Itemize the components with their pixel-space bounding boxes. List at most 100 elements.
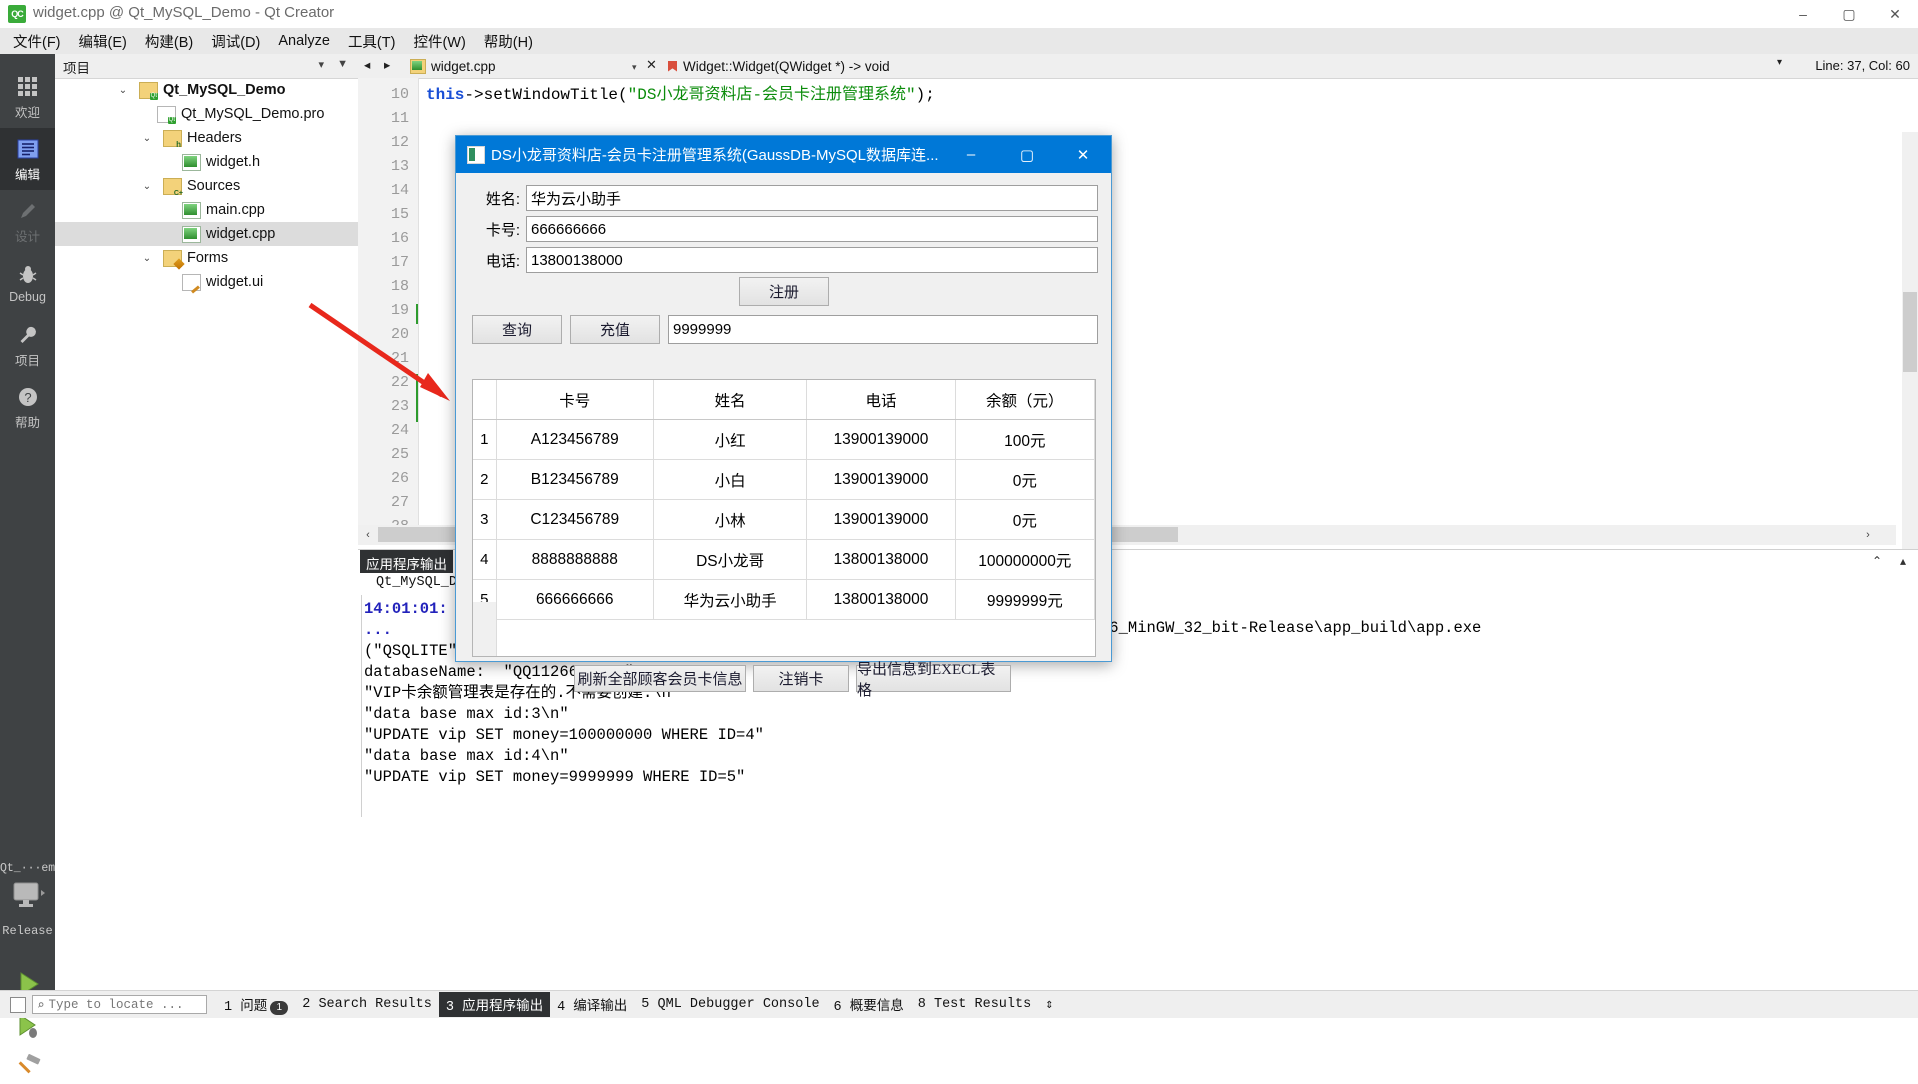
tree-item-project[interactable]: ⌄ Qt_MySQL_Demo	[55, 78, 358, 102]
cell-balance[interactable]: 0元	[955, 500, 1094, 540]
locator-input[interactable]: ⌕ Type to locate ...	[32, 995, 207, 1014]
cell-name[interactable]: 小林	[653, 500, 806, 540]
col-header-card[interactable]: 卡号	[496, 380, 653, 420]
statusbar-item-problems[interactable]: 1 问题1	[217, 992, 295, 1017]
tree-item-main-cpp[interactable]: main.cpp	[55, 198, 358, 222]
cell-balance[interactable]: 0元	[955, 460, 1094, 500]
kit-selector[interactable]	[0, 880, 55, 917]
cell-balance[interactable]: 100元	[955, 420, 1094, 460]
chevron-up-icon[interactable]: ⌃	[1872, 554, 1882, 568]
mode-welcome[interactable]: 欢迎	[0, 66, 55, 128]
menu-build[interactable]: 构建(B)	[136, 28, 202, 55]
chevron-down-icon[interactable]: ▾	[632, 62, 637, 73]
cell-name[interactable]: 小红	[653, 420, 806, 460]
menu-tools[interactable]: 工具(T)	[339, 28, 405, 55]
chevron-down-icon[interactable]: ⌄	[139, 133, 155, 144]
table-row[interactable]: 5 666666666 华为云小助手 13800138000 9999999元	[473, 580, 1095, 620]
table-row[interactable]: 3 C123456789 小林 13900139000 0元	[473, 500, 1095, 540]
cell-phone[interactable]: 13800138000	[807, 580, 955, 620]
mode-help[interactable]: ? 帮助	[0, 376, 55, 438]
cell-phone[interactable]: 13900139000	[807, 460, 955, 500]
statusbar-item-compile-output[interactable]: 4 编译输出	[550, 992, 634, 1017]
recharge-amount-field[interactable]: 9999999	[668, 315, 1098, 344]
tree-item-pro-file[interactable]: Qt_MySQL_Demo.pro	[55, 102, 358, 126]
query-button[interactable]: 查询	[472, 315, 562, 344]
maximize-icon[interactable]: ▴	[1900, 554, 1906, 568]
card-number-field[interactable]: 666666666	[526, 216, 1098, 242]
dialog-close-button[interactable]: ✕	[1055, 136, 1111, 173]
dialog-maximize-button[interactable]: ▢	[999, 136, 1055, 173]
scrollbar-thumb[interactable]	[1903, 292, 1917, 372]
phone-field[interactable]: 13800138000	[526, 247, 1098, 273]
menu-edit[interactable]: 编辑(E)	[70, 28, 136, 55]
cell-name[interactable]: DS小龙哥	[653, 540, 806, 580]
editor-symbol-selector[interactable]: Widget::Widget(QWidget *) -> void	[668, 56, 890, 76]
cell-card[interactable]: C123456789	[496, 500, 653, 540]
updown-arrows-icon[interactable]: ⇕	[1038, 994, 1060, 1015]
name-field[interactable]: 华为云小助手	[526, 185, 1098, 211]
tree-item-sources[interactable]: ⌄ Sources	[55, 174, 358, 198]
tree-item-widget-h[interactable]: widget.h	[55, 150, 358, 174]
cell-name[interactable]: 小白	[653, 460, 806, 500]
refresh-all-button[interactable]: 刷新全部顾客会员卡信息	[574, 665, 746, 692]
statusbar-item-overview[interactable]: 6 概要信息	[827, 992, 911, 1017]
tree-item-headers[interactable]: ⌄ Headers	[55, 126, 358, 150]
dialog-minimize-button[interactable]: –	[943, 136, 999, 173]
cell-balance[interactable]: 100000000元	[955, 540, 1094, 580]
mode-debug[interactable]: Debug	[0, 252, 55, 314]
output-pane-title[interactable]: 应用程序输出	[360, 550, 453, 573]
cell-phone[interactable]: 13800138000	[807, 540, 955, 580]
menu-analyze[interactable]: Analyze	[269, 30, 339, 52]
chevron-down-icon[interactable]: ⌄	[139, 181, 155, 192]
menu-help[interactable]: 帮助(H)	[475, 28, 542, 55]
scroll-right-icon[interactable]: ›	[1860, 527, 1876, 543]
scroll-left-icon[interactable]: ‹	[360, 527, 376, 543]
editor-file-tab[interactable]: widget.cpp	[410, 56, 632, 76]
nav-forward-button[interactable]: ▸	[384, 57, 390, 72]
chevron-down-icon[interactable]: ⌄	[139, 253, 155, 264]
statusbar-item-search-results[interactable]: 2 Search Results	[295, 995, 439, 1014]
cell-card[interactable]: B123456789	[496, 460, 653, 500]
export-excel-button[interactable]: 导出信息到EXECL表格	[856, 665, 1011, 692]
cancel-card-button[interactable]: 注销卡	[753, 665, 849, 692]
mode-projects[interactable]: 项目	[0, 314, 55, 376]
chevron-down-icon[interactable]: ⌄	[115, 85, 131, 96]
cell-card[interactable]: A123456789	[496, 420, 653, 460]
mode-design[interactable]: 设计	[0, 190, 55, 252]
close-button[interactable]: ✕	[1872, 0, 1918, 28]
tree-item-widget-cpp[interactable]: widget.cpp	[55, 222, 358, 246]
code-line[interactable]: this->setWindowTitle("DS小龙哥资料店-会员卡注册管理系统…	[426, 80, 935, 104]
minimize-button[interactable]: –	[1780, 0, 1826, 28]
maximize-button[interactable]: ▢	[1826, 0, 1872, 28]
tree-item-forms[interactable]: ⌄ Forms	[55, 246, 358, 270]
menu-debug[interactable]: 调试(D)	[202, 28, 269, 55]
cell-card[interactable]: 666666666	[496, 580, 653, 620]
col-header-balance[interactable]: 余额（元）	[955, 380, 1094, 420]
col-header-name[interactable]: 姓名	[653, 380, 806, 420]
nav-back-button[interactable]: ◂	[364, 57, 370, 72]
cell-phone[interactable]: 13900139000	[807, 500, 955, 540]
statusbar-item-qml-console[interactable]: 5 QML Debugger Console	[634, 995, 826, 1014]
mode-edit[interactable]: 编辑	[0, 128, 55, 190]
build-button[interactable]	[14, 1054, 44, 1084]
recharge-button[interactable]: 充值	[570, 315, 660, 344]
statusbar-item-app-output[interactable]: 3 应用程序输出	[439, 992, 550, 1017]
menu-file[interactable]: 文件(F)	[4, 28, 70, 55]
table-row[interactable]: 4 8888888888 DS小龙哥 13800138000 100000000…	[473, 540, 1095, 580]
member-table[interactable]: 卡号 姓名 电话 余额（元） 1 A123456789 小红 139001390…	[472, 379, 1096, 657]
cell-card[interactable]: 8888888888	[496, 540, 653, 580]
cell-phone[interactable]: 13900139000	[807, 420, 955, 460]
register-button[interactable]: 注册	[739, 277, 829, 306]
filter-icon[interactable]: ▼	[337, 58, 348, 70]
table-row[interactable]: 2 B123456789 小白 13900139000 0元	[473, 460, 1095, 500]
statusbar-item-test-results[interactable]: 8 Test Results	[911, 995, 1038, 1014]
cell-balance[interactable]: 9999999元	[955, 580, 1094, 620]
chevron-down-icon[interactable]: ▾	[1777, 57, 1782, 68]
close-editor-icon[interactable]: ✕	[646, 57, 657, 73]
chevron-down-icon[interactable]: ▾	[318, 58, 324, 71]
editor-vertical-scrollbar[interactable]	[1902, 132, 1918, 579]
tree-item-widget-ui[interactable]: widget.ui	[55, 270, 358, 294]
table-row[interactable]: 1 A123456789 小红 13900139000 100元	[473, 420, 1095, 460]
cell-name[interactable]: 华为云小助手	[653, 580, 806, 620]
menu-window[interactable]: 控件(W)	[404, 28, 474, 55]
